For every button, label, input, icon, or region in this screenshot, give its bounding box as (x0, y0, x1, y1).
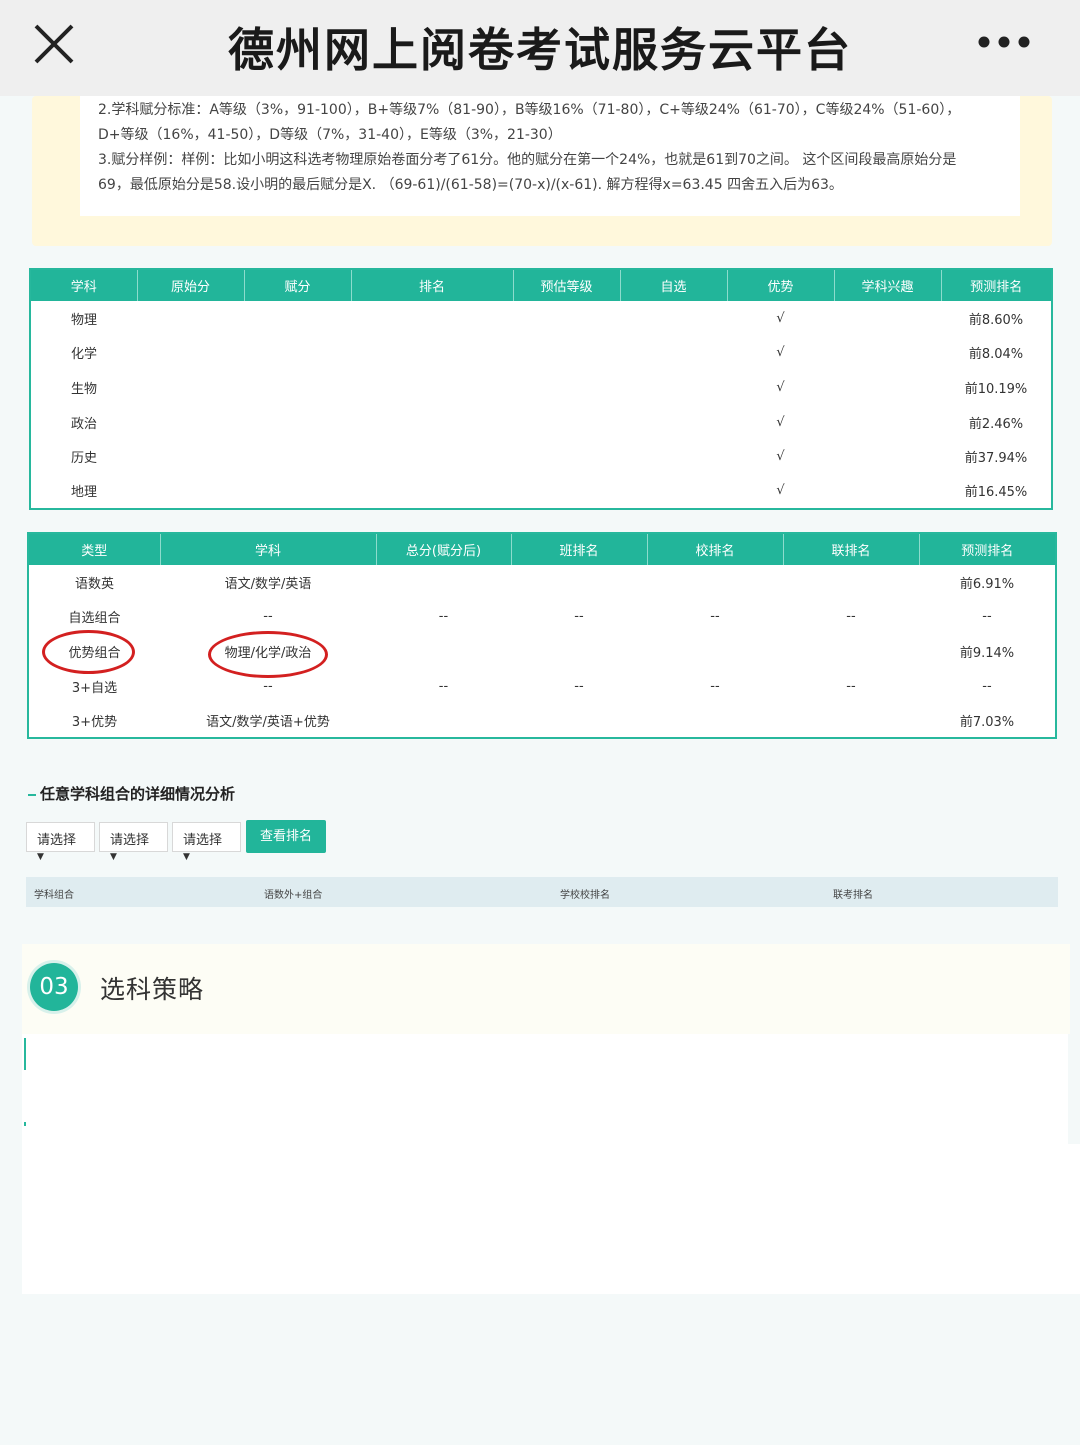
note-line-3: 3.赋分样例：样例：比如小明这科选考物理原始卷面分考了61分。他的赋分在第一个2… (98, 152, 957, 168)
column-header: 总分(赋分后) (376, 533, 512, 565)
advantage-check: √ (776, 310, 785, 326)
joint-rank-cell: -- (846, 609, 856, 625)
predicted-rank-cell: 前9.14% (959, 645, 1015, 661)
column-header: 校排名 (647, 533, 784, 565)
column-header: 联排名 (783, 533, 920, 565)
title-bar: 德州网上阅卷考试服务云平台 (0, 0, 1080, 96)
type-cell: 语数英 (74, 576, 114, 592)
subject-cell: 化学 (70, 347, 97, 363)
subject-cell: 物理 (70, 312, 97, 328)
annotation-circle (42, 630, 135, 674)
table-row: 自选组合 -- -- -- -- -- -- (28, 600, 1056, 635)
redaction-mark (392, 312, 478, 500)
total-cell: -- (438, 609, 449, 625)
school-rank-cell: -- (710, 609, 720, 625)
subjects-cell: 语文/数学/英语+优势 (206, 714, 330, 730)
column-header: 预测排名 (919, 533, 1056, 565)
advantage-check: √ (776, 483, 785, 499)
view-ranking-button[interactable]: 查看排名 (246, 820, 326, 853)
section-marker (28, 793, 36, 796)
redaction-mark (548, 316, 580, 486)
column-header: 联考排名 (833, 890, 873, 901)
section-marker (24, 1038, 26, 1070)
predicted-rank-cell: 前37.94% (964, 451, 1028, 467)
column-header: 类型 (28, 533, 161, 565)
column-header: 学科 (160, 533, 377, 565)
section-number-badge: 03 (30, 963, 78, 1011)
column-header: 预估等级 (513, 269, 621, 301)
column-header: 学校校排名 (560, 890, 610, 901)
section-marker (24, 1122, 26, 1126)
subject-select-1[interactable]: 请选择 ▼ (26, 822, 95, 862)
strategy-title: 选科策略 (100, 975, 205, 1004)
predicted-rank-cell: 前6.91% (959, 576, 1015, 592)
dropdown-arrow-icon: ▼ (183, 852, 190, 862)
table-header-row: 学科 原始分 赋分 排名 预估等级 自选 优势 学科兴趣 预测排名 (30, 269, 1052, 301)
predicted-rank-cell: 前8.04% (968, 347, 1024, 363)
column-header: 排名 (351, 269, 514, 301)
predicted-rank-cell: 前8.60% (968, 312, 1024, 328)
strategy-content (22, 1034, 1068, 1144)
redaction-mark (420, 572, 890, 596)
redaction-mark (420, 706, 890, 734)
column-header: 自选 (620, 269, 728, 301)
table-row: 3+自选 -- -- -- -- -- -- (28, 669, 1056, 704)
predicted-rank-cell: 前16.45% (964, 485, 1028, 501)
predicted-rank-cell: 前2.46% (968, 416, 1024, 432)
redaction-mark (180, 312, 220, 500)
predicted-rank-cell: 前10.19% (964, 381, 1028, 397)
dropdown-arrow-icon: ▼ (110, 852, 117, 862)
advantage-check: √ (776, 449, 785, 465)
analysis-result-header: 学科组合 语数外+组合 学校校排名 联考排名 (26, 877, 1058, 907)
column-header: 语数外+组合 (264, 890, 323, 901)
advantage-check: √ (776, 414, 785, 430)
type-cell: 自选组合 (68, 611, 121, 627)
column-header: 学科兴趣 (834, 269, 942, 301)
advantage-check: √ (776, 345, 785, 361)
subject-cell: 历史 (70, 451, 97, 467)
annotation-circle (208, 631, 328, 678)
subject-cell: 政治 (70, 416, 97, 432)
advantage-check: √ (776, 379, 785, 395)
joint-rank-cell: -- (846, 678, 856, 694)
subject-cell: 生物 (70, 381, 97, 397)
scoring-note: 2.学科赋分标准：A等级（3%，91-100），B+等级7%（81-90），B等… (80, 96, 1020, 216)
analysis-section-title: 任意学科组合的详细情况分析 (28, 783, 235, 804)
subjects-cell: -- (263, 609, 273, 625)
note-line-1: 2.学科赋分标准：A等级（3%，91-100），B+等级7%（81-90），B等… (98, 102, 961, 118)
total-cell: -- (438, 678, 449, 694)
table-header-row: 类型 学科 总分(赋分后) 班排名 校排名 联排名 预测排名 (28, 533, 1056, 565)
class-rank-cell: -- (574, 609, 584, 625)
subject-cell: 地理 (70, 485, 97, 501)
column-header: 学科组合 (34, 890, 74, 901)
subjects-cell: 语文/数学/英语 (224, 576, 312, 592)
column-header: 优势 (727, 269, 835, 301)
strategy-content (22, 1144, 1080, 1294)
page-title: 德州网上阅卷考试服务云平台 (228, 23, 852, 77)
column-header: 预测排名 (941, 269, 1052, 301)
column-header: 学科 (30, 269, 138, 301)
note-line-4: 69，最低原始分是58.设小明的最后赋分是X. （69-61)/(61-58)=… (98, 177, 843, 193)
column-header: 原始分 (137, 269, 245, 301)
subject-select-3[interactable]: 请选择 ▼ (172, 822, 241, 862)
predicted-rank-cell: -- (982, 678, 992, 694)
more-icon[interactable] (976, 34, 1032, 50)
column-header: 赋分 (244, 269, 352, 301)
predicted-rank-cell: 前7.03% (959, 714, 1015, 730)
redaction-mark (290, 312, 332, 500)
note-line-2: D+等级（16%，41-50），D等级（7%，31-40），E等级（3%，21-… (98, 127, 562, 143)
school-rank-cell: -- (710, 678, 720, 694)
column-header: 班排名 (511, 533, 648, 565)
class-rank-cell: -- (574, 678, 584, 694)
dropdown-arrow-icon: ▼ (37, 852, 44, 862)
predicted-rank-cell: -- (982, 609, 992, 625)
redaction-mark (420, 640, 900, 668)
subject-select-2[interactable]: 请选择 ▼ (99, 822, 168, 862)
type-cell: 3+自选 (71, 680, 118, 696)
type-cell: 3+优势 (71, 714, 118, 730)
